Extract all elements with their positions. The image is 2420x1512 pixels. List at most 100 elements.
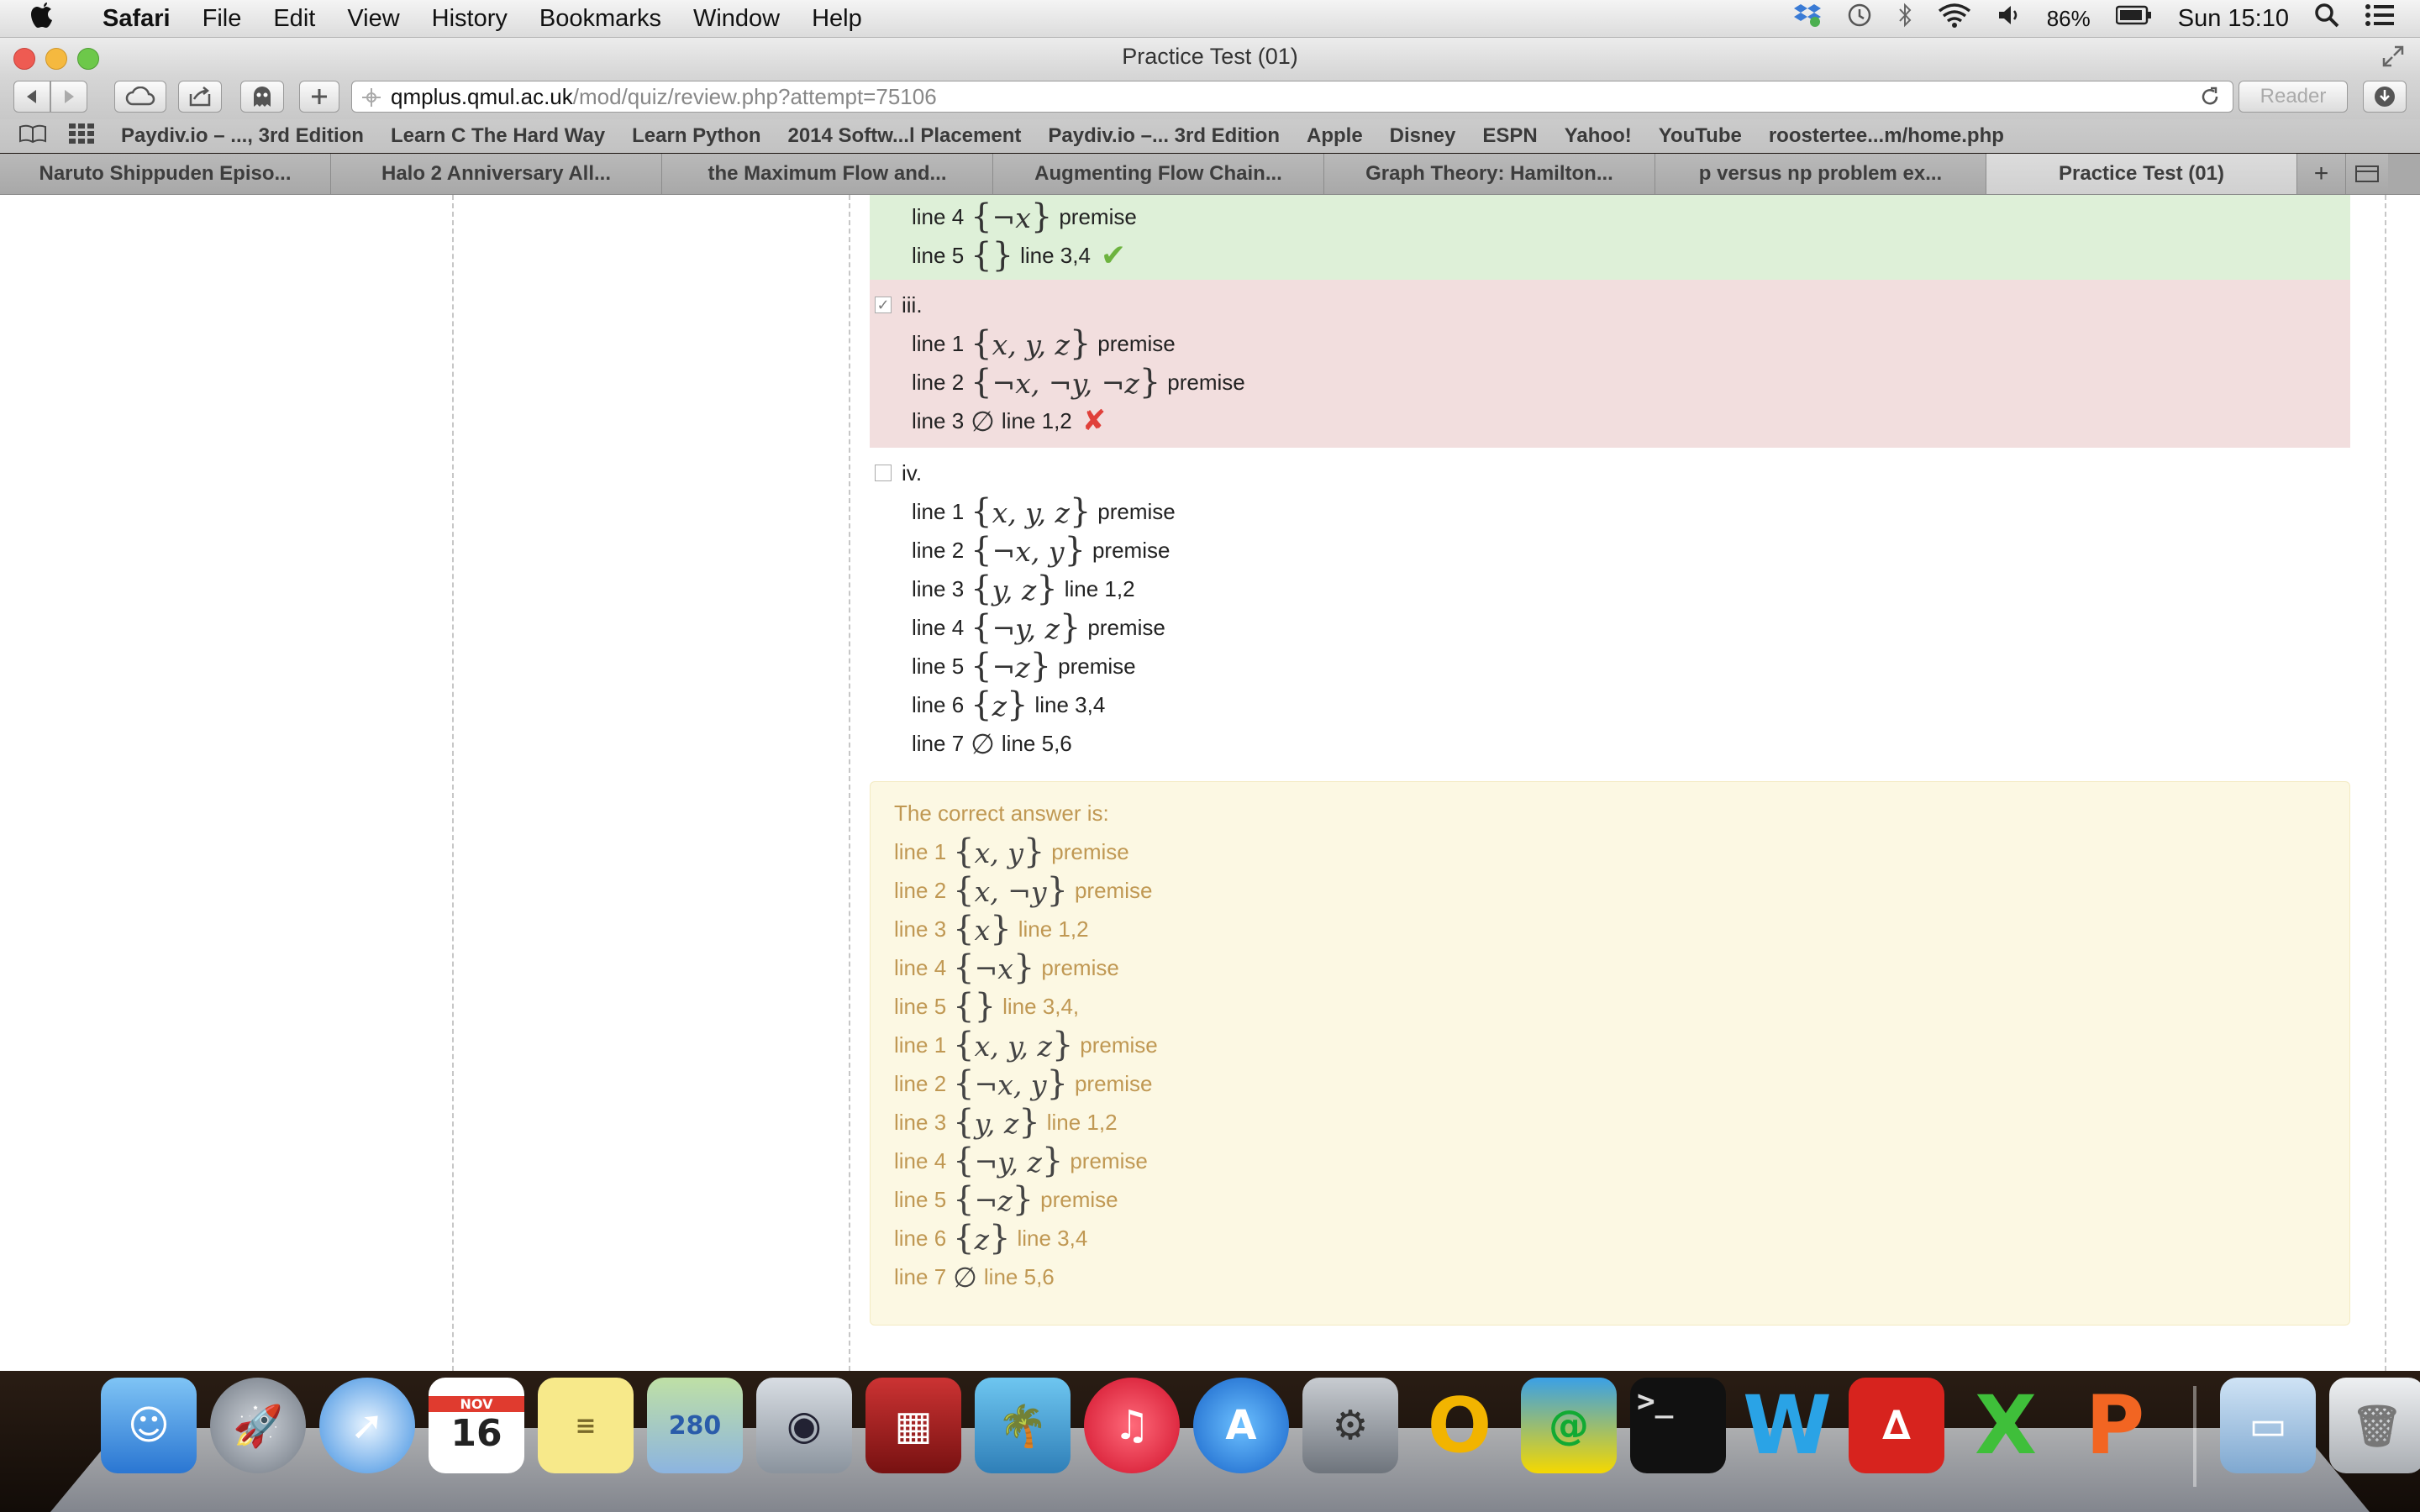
tab[interactable]: Graph Theory: Hamilton... <box>1324 154 1655 194</box>
iphoto-icon[interactable]: 🌴 <box>975 1378 1071 1473</box>
tab[interactable]: Augmenting Flow Chain... <box>993 154 1324 194</box>
excel-icon[interactable]: X <box>1958 1378 2054 1473</box>
option-checkbox[interactable] <box>875 465 892 481</box>
spotlight-search-icon[interactable] <box>2314 3 2339 34</box>
apple-menu-icon[interactable] <box>30 1 77 37</box>
bookmark-item[interactable]: Paydiv.io – ..., 3rd Edition <box>121 124 364 148</box>
add-tab-button[interactable]: + <box>2297 154 2346 194</box>
new-tab-button[interactable] <box>299 81 339 113</box>
bookmark-item[interactable]: 2014 Softw...l Placement <box>787 124 1021 148</box>
ghostery-extension-icon[interactable] <box>240 81 284 113</box>
terminal-icon[interactable]: >_ <box>1630 1378 1726 1473</box>
bluetooth-icon[interactable] <box>1897 3 1912 34</box>
line-label: line 7 <box>912 730 965 756</box>
line-justification: line 5,6 <box>1001 730 1072 756</box>
resolution-line: line 4 {¬y, z} premise <box>871 1142 2349 1180</box>
dropbox-icon[interactable] <box>1793 3 1822 34</box>
option-checkbox[interactable]: ✓ <box>875 297 892 313</box>
fullscreen-icon[interactable] <box>2381 45 2405 74</box>
minimize-window-button[interactable] <box>45 48 67 70</box>
trash-icon[interactable]: 🗑 <box>2329 1378 2420 1473</box>
line-justification: line 1,2 <box>1046 1109 1118 1135</box>
close-window-button[interactable] <box>13 48 35 70</box>
launchpad-icon[interactable]: 🚀 <box>210 1378 306 1473</box>
downloads-folder-icon[interactable]: ▭ <box>2220 1378 2316 1473</box>
notification-center-icon[interactable] <box>2365 3 2395 34</box>
tab[interactable]: Naruto Shippuden Episo... <box>0 154 331 194</box>
resolution-line: line 1 {x, y, z} premise <box>870 492 2350 531</box>
line-justification: premise <box>1080 1032 1158 1058</box>
menu-bookmarks[interactable]: Bookmarks <box>539 5 661 33</box>
facetime-icon[interactable]: ◉ <box>756 1378 852 1473</box>
top-sites-icon[interactable] <box>69 123 94 150</box>
share-button[interactable] <box>178 81 222 113</box>
menu-edit[interactable]: Edit <box>273 5 315 33</box>
bookmark-item[interactable]: Learn C The Hard Way <box>391 124 605 148</box>
menu-clock[interactable]: Sun 15:10 <box>2178 5 2289 33</box>
bookmark-item[interactable]: Yahoo! <box>1565 124 1632 148</box>
stickies-icon[interactable]: ≡ <box>538 1378 634 1473</box>
tab-active[interactable]: Practice Test (01) <box>1986 154 2297 194</box>
menu-help[interactable]: Help <box>812 5 862 33</box>
line-justification: line 1,2 <box>1001 407 1072 433</box>
menu-file[interactable]: File <box>203 5 242 33</box>
forward-button[interactable] <box>50 81 87 113</box>
volume-icon[interactable] <box>1996 3 2022 34</box>
zoom-window-button[interactable] <box>77 48 99 70</box>
line-justification: premise <box>1087 614 1165 640</box>
icloud-tabs-button[interactable] <box>114 81 166 113</box>
resolution-line: line 2 {x, ¬y} premise <box>871 871 2349 910</box>
acrobat-icon[interactable]: ∆ <box>1849 1378 1944 1473</box>
time-machine-icon[interactable] <box>1847 3 1872 34</box>
bookmark-item[interactable]: Paydiv.io –... 3rd Edition <box>1048 124 1280 148</box>
tab-bar: Naruto Shippuden Episo... Halo 2 Anniver… <box>0 154 2420 195</box>
show-all-tabs-icon[interactable] <box>2346 154 2388 194</box>
line-justification: line 3,4 <box>1034 691 1106 717</box>
reader-button[interactable]: Reader <box>2238 81 2348 113</box>
tab[interactable]: the Maximum Flow and... <box>662 154 993 194</box>
bookmark-item[interactable]: Disney <box>1390 124 1456 148</box>
column-divider <box>452 195 454 1371</box>
tab[interactable]: p versus np problem ex... <box>1655 154 1986 194</box>
app-menu-safari[interactable]: Safari <box>103 5 171 33</box>
resolution-line: line 4 {¬x} premise <box>871 948 2349 987</box>
menu-bar: Safari File Edit View History Bookmarks … <box>0 0 2420 38</box>
bookmark-item[interactable]: roostertee...m/home.php <box>1769 124 2004 148</box>
safari-icon[interactable]: ➚ <box>319 1378 415 1473</box>
appstore-icon[interactable]: A <box>1193 1378 1289 1473</box>
webstorm-icon[interactable]: @ <box>1521 1378 1617 1473</box>
menu-view[interactable]: View <box>347 5 399 33</box>
address-bar[interactable]: qmplus.qmul.ac.uk/mod/quiz/review.php?at… <box>351 81 2233 113</box>
reading-list-icon[interactable] <box>18 123 47 150</box>
line-justification: premise <box>1058 653 1136 679</box>
bookmark-item[interactable]: Apple <box>1307 124 1363 148</box>
back-button[interactable] <box>13 81 50 113</box>
photobooth-icon[interactable]: ▦ <box>865 1378 961 1473</box>
downloads-button[interactable] <box>2363 81 2407 113</box>
system-preferences-icon[interactable]: ⚙ <box>1302 1378 1398 1473</box>
battery-icon[interactable] <box>2115 4 2153 33</box>
menu-history[interactable]: History <box>432 5 508 33</box>
maps-icon[interactable]: 280 <box>647 1378 743 1473</box>
line-justification: line 3,4 <box>1020 242 1091 268</box>
finder-icon[interactable]: ☺ <box>101 1378 197 1473</box>
itunes-icon[interactable]: ♫ <box>1084 1378 1180 1473</box>
clause-set: {} <box>971 236 1014 275</box>
tab[interactable]: Halo 2 Anniversary All... <box>331 154 662 194</box>
wifi-icon[interactable] <box>1938 3 1971 34</box>
line-label: line 4 <box>912 203 965 229</box>
bookmark-item[interactable]: ESPN <box>1482 124 1537 148</box>
correct-answer-heading: The correct answer is: <box>894 800 1109 826</box>
bookmark-item[interactable]: YouTube <box>1659 124 1742 148</box>
word-icon[interactable]: W <box>1739 1378 1835 1473</box>
safari-toolbar: qmplus.qmul.ac.uk/mod/quiz/review.php?at… <box>0 76 2420 119</box>
battery-percentage[interactable]: 86% <box>2047 6 2091 32</box>
line-justification: premise <box>1074 877 1153 903</box>
menu-window[interactable]: Window <box>693 5 780 33</box>
bookmarks-bar: Paydiv.io – ..., 3rd Edition Learn C The… <box>0 119 2420 153</box>
bookmark-item[interactable]: Learn Python <box>632 124 760 148</box>
reload-icon[interactable] <box>2199 86 2221 113</box>
powerpoint-icon[interactable]: P <box>2067 1378 2163 1473</box>
calendar-icon[interactable]: NOV 16 <box>429 1378 524 1473</box>
outlook-icon[interactable]: O <box>1412 1378 1507 1473</box>
